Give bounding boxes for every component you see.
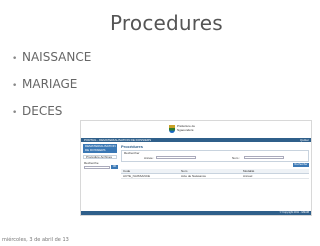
bullet-label: NAISSANCE [22,50,92,64]
column-header[interactable]: Modalité [243,169,254,173]
app-header: Préfecture de Ngaoundéré [81,121,311,139]
bullet-icon: • [12,108,18,118]
search-fieldset: Rechercher Année : Nom : [121,150,309,162]
page-title: Procédures [121,144,144,149]
nom-label: Nom : [232,156,241,160]
copyright-text: © Copyright 2011 - GMAM [279,211,309,214]
bullet-icon: • [12,81,18,91]
bullet-item-deces: • DECES [12,104,62,118]
app-footer: © Copyright 2011 - GMAM [81,211,311,215]
procedures-table: Code Nom Modalité ACTE_NAISSANCE Acte de… [121,169,309,179]
bullet-label: MARIAGE [22,77,78,91]
topbar-title: PORTAIL - DEMATERIALISATION DE DOSSIERS [84,138,152,142]
sidebar-item-dematerialisation[interactable]: DEMATERIALISATION DE DOSSIERS [83,144,117,153]
bullet-item-mariage: • MARIAGE [12,77,77,91]
logo-text-line2: Ngaoundéré [177,127,194,132]
sidebar-search-input[interactable] [84,166,110,169]
search-legend: Rechercher [124,151,140,155]
table-cell: Annuel [243,174,253,178]
table-cell: ACTE_NAISSANCE [123,174,151,178]
presentation-slide: Procedures • NAISSANCE • MARIAGE • DECES Pr… [0,0,320,246]
column-header[interactable]: Code [123,169,130,173]
sidebar-search-button[interactable]: OK [111,165,118,169]
annee-input[interactable] [156,156,196,159]
column-header[interactable]: Nom [181,169,187,173]
app-main: Procédures Rechercher Année : Nom : Rech… [121,144,309,208]
slide-footer-date: miércoles, 3 de abril de 13 [2,237,69,243]
bullet-icon: • [12,54,18,64]
table-cell: Acte de Naissance [181,174,207,178]
app-topbar: PORTAIL - DEMATERIALISATION DE DOSSIERS … [81,138,311,142]
search-button[interactable]: Rechercher [293,163,309,167]
app-screenshot: Préfecture de Ngaoundéré PORTAIL - DEMAT… [80,120,312,216]
sidebar-item-procedure-archives[interactable]: Procédure Archives [83,155,117,159]
sidebar-search-label: Recherche [84,161,99,165]
bullet-item-naissance: • NAISSANCE [12,50,91,64]
nom-input[interactable] [244,156,284,159]
prefecture-logo-icon [169,125,175,133]
app-sidebar: DEMATERIALISATION DE DOSSIERS Procédure … [83,144,118,210]
logo-text: Préfecture de Ngaoundéré [177,124,195,132]
bullet-label: DECES [22,104,63,118]
table-row[interactable]: ACTE_NAISSANCE Acte de Naissance Annuel [121,174,309,179]
quit-link[interactable]: Quitter [300,138,309,142]
slide-title: Procedures [110,11,223,35]
annee-label: Année : [144,156,155,160]
